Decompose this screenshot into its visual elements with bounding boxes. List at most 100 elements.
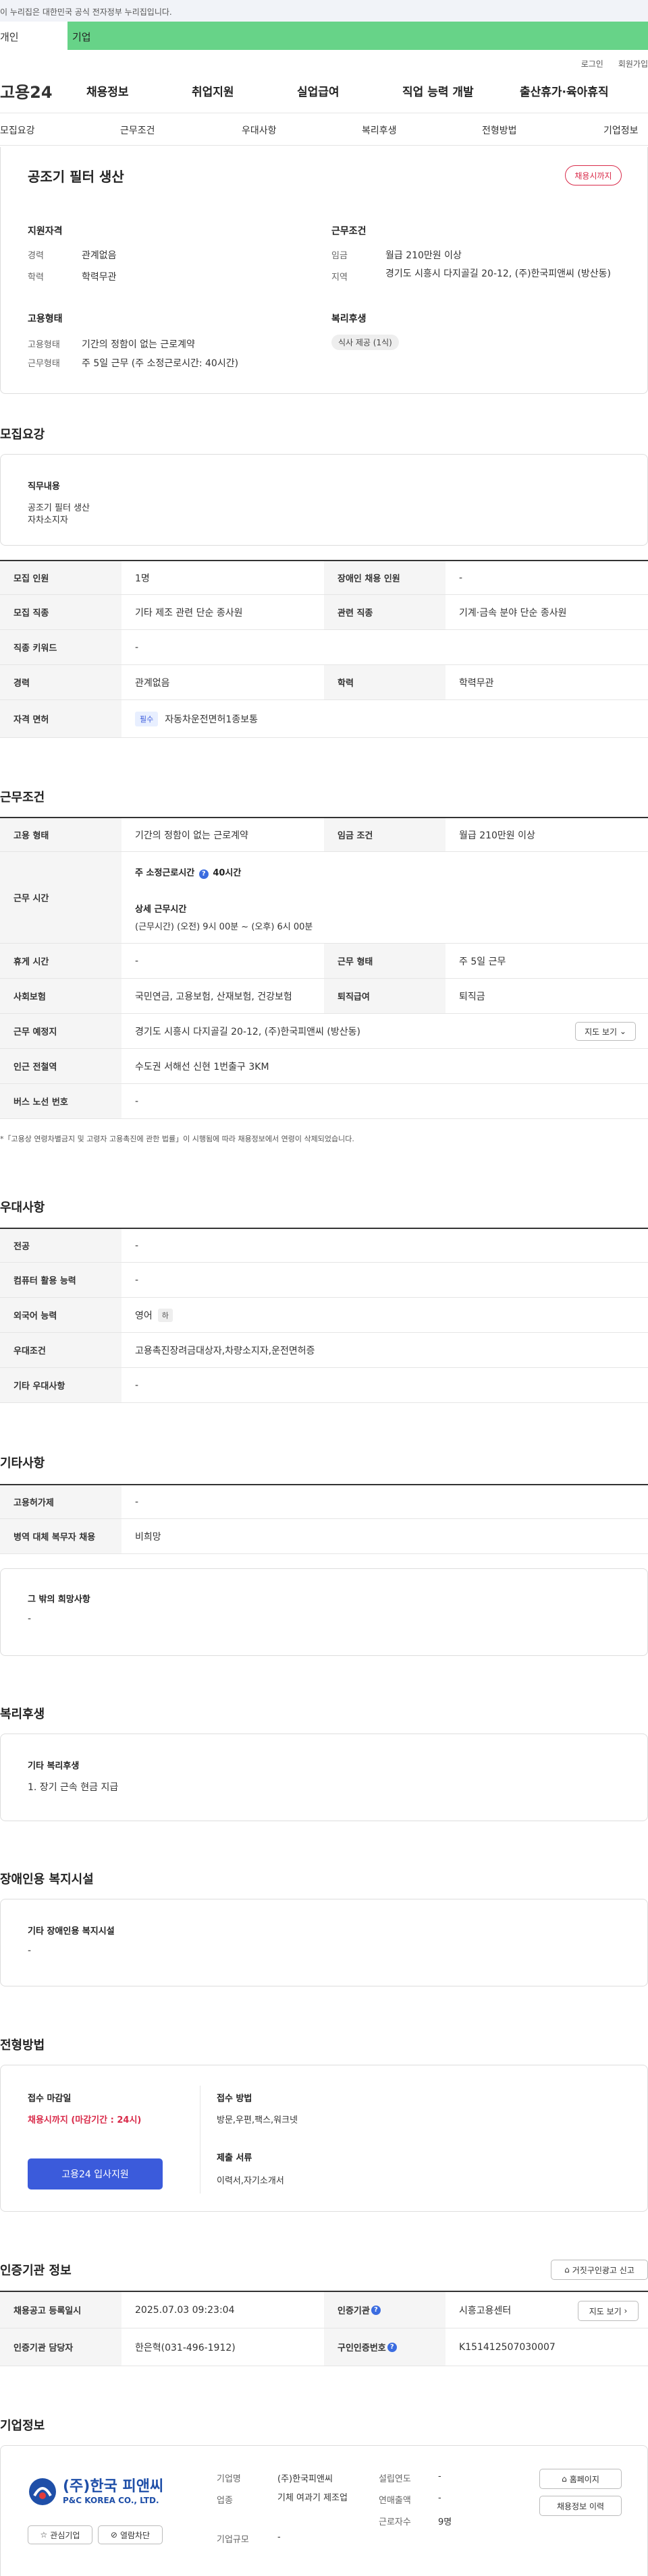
method-value: 방문,우편,팩스,워크넷	[217, 2115, 298, 2125]
site-logo[interactable]: 고용24	[0, 79, 53, 103]
sales-value: -	[438, 2493, 441, 2503]
edu-value: 학력무관	[82, 272, 117, 283]
required-badge: 필수	[135, 711, 159, 726]
subnav-prefs[interactable]: 우대사항	[242, 123, 277, 137]
career-value: 관계없음	[82, 250, 117, 261]
subnav-screening[interactable]: 전형방법	[482, 123, 517, 137]
subnav-conditions[interactable]: 근무조건	[120, 123, 155, 137]
favorite-company-button[interactable]: ☆ 관심기업	[28, 2525, 92, 2544]
worktype-label: 근무형태	[28, 359, 60, 369]
company-logo-mark	[29, 2478, 56, 2505]
emptype-label: 고용형태	[28, 340, 60, 350]
other-wishes-value: -	[28, 1613, 32, 1624]
status-badge: 채용시까지	[565, 165, 622, 185]
company-title: 기업정보	[0, 2419, 45, 2433]
welfare-pill: 식사 제공 (1식)	[331, 335, 399, 350]
staff-label: 근로자수	[379, 2517, 411, 2527]
table-row: 직종 키워드 -	[0, 630, 648, 665]
company-name-label: 기업명	[217, 2474, 241, 2484]
deadline-value: 채용시까지 (마감기간 : 24시)	[28, 2115, 142, 2125]
emp-heading: 고용형태	[28, 314, 63, 324]
welfare-heading: 복리후생	[331, 314, 367, 324]
docs-heading: 제출 서류	[217, 2153, 252, 2163]
table-row: 경력 관계없음 학력 학력무관	[0, 665, 648, 700]
table-row: 모집 인원 1명 장애인 채용 인원 -	[0, 560, 648, 595]
help-icon[interactable]: ?	[198, 869, 209, 879]
job-history-button[interactable]: 채용정보 이력	[539, 2496, 622, 2516]
utility-links: 로그인 회원가입	[0, 50, 648, 69]
conditions-title: 근무조건	[0, 791, 45, 805]
table-row: 고용허가제 -	[0, 1484, 648, 1519]
block-company-button[interactable]: ⊘ 열람차단	[98, 2525, 163, 2544]
worktype-value: 주 5일 근무 (주 소정근로시간: 40시간)	[82, 358, 239, 369]
other-wishes-card: 그 밖의 희망사항 -	[0, 1568, 648, 1656]
help-icon[interactable]: ?	[387, 2342, 397, 2352]
table-row: 인근 전철역 수도권 서해선 신현 1번출구 3KM	[0, 1049, 648, 1084]
sales-label: 연매출액	[379, 2496, 411, 2506]
table-row: 휴게 시간 - 근무 형태 주 5일 근무	[0, 944, 648, 979]
table-row: 병역 대체 복무자 채용 비희망	[0, 1519, 648, 1554]
help-icon[interactable]: ?	[371, 2305, 381, 2315]
size-label: 기업규모	[217, 2535, 249, 2545]
duty-line: 공조기 필터 생산	[28, 503, 90, 513]
company-logo: (주)한국 피앤씨 P&C KOREA CO., LTD.	[28, 2474, 163, 2512]
table-row: 전공 -	[0, 1228, 648, 1263]
table-row: 인증기관 담당자 한은혁(031-496-1912) 구인인증번호? K1514…	[0, 2328, 648, 2366]
subnav-company[interactable]: 기업정보	[603, 123, 639, 137]
cond-heading: 근무조건	[331, 226, 367, 237]
gnb-item-support[interactable]: 취업지원	[192, 82, 234, 99]
level-badge: 하	[157, 1308, 173, 1322]
gnb-item-training[interactable]: 직업 능력 개발	[402, 82, 474, 99]
tab-personal[interactable]: 개인	[0, 22, 68, 50]
place-value: 경기도 시흥시 다지골길 20-12, (주)한국피앤씨 (방산동)	[135, 1026, 360, 1037]
gnb-item-benefits[interactable]: 실업급여	[297, 82, 340, 99]
global-nav: 고용24 채용정보 취업지원 실업급여 직업 능력 개발 출산휴가·육아휴직	[0, 69, 648, 113]
other-wishes-heading: 그 밖의 희망사항	[28, 1595, 90, 1605]
table-row: 근무 예정지 경기도 시흥시 다지골길 20-12, (주)한국피앤씨 (방산동…	[0, 1014, 648, 1049]
table-row: 컴퓨터 활용 능력 -	[0, 1263, 648, 1298]
agency-title: 인증기관 정보	[0, 2264, 72, 2278]
agency-map-button[interactable]: 지도 보기 ›	[578, 2301, 639, 2321]
subnav-recruit[interactable]: 모집요강	[0, 123, 35, 137]
industry-value: 기체 여과기 제조업	[277, 2493, 348, 2503]
hours-detail-value: (근무시간) (오전) 9시 00분 ~ (오후) 6시 00분	[135, 922, 313, 932]
region-value: 경기도 시흥시 다지골길 20-12, (주)한국피앤씨 (방산동)	[385, 268, 611, 279]
method-heading: 접수 방법	[217, 2094, 252, 2104]
table-row: 우대조건 고용촉진장려금대상자,차량소지자,운전면허증	[0, 1333, 648, 1368]
emptype-value: 기간의 정함이 없는 근로계약	[82, 339, 195, 350]
table-row: 버스 노선 번호 -	[0, 1084, 648, 1119]
home-icon: ⌂	[562, 2474, 567, 2484]
chevron-down-icon: ⌄	[619, 1027, 626, 1036]
table-row: 외국어 능력 영어 하	[0, 1298, 648, 1333]
weekly-hours-label: 주 소정근로시간	[135, 868, 195, 878]
summary-card: 공조기 필터 생산 채용시까지 지원자격 경력 관계없음 학력 학력무관 고용형…	[0, 147, 648, 394]
logo-korean: (주)한국 피앤씨	[63, 2478, 164, 2495]
table-row: 기타 우대사항 -	[0, 1368, 648, 1403]
size-value: -	[277, 2532, 281, 2542]
license-value: 자동차운전면허1종보통	[165, 714, 258, 725]
login-link[interactable]: 로그인	[581, 58, 603, 69]
welfare-card: 기타 복리후생 1. 장기 근속 현금 지급	[0, 1734, 648, 1821]
gnb-item-parental[interactable]: 출산휴가·육아휴직	[520, 82, 609, 99]
gnb-item-jobs[interactable]: 채용정보	[86, 82, 129, 99]
table-row: 사회보험 국민연금, 고용보험, 산재보험, 건강보험 퇴직급여 퇴직금	[0, 979, 648, 1014]
founded-label: 설립연도	[379, 2474, 411, 2484]
screening-title: 전형방법	[0, 2038, 45, 2053]
subnav-welfare[interactable]: 복리후생	[362, 123, 397, 137]
signup-link[interactable]: 회원가입	[618, 58, 648, 69]
homepage-button[interactable]: ⌂ 홈페이지	[539, 2469, 622, 2489]
table-row: 고용 형태 기간의 정함이 없는 근로계약 임금 조건 월급 210만원 이상	[0, 817, 648, 852]
docs-value: 이력서,자기소개서	[217, 2176, 284, 2186]
disability-title: 장애인용 복지시설	[0, 1872, 94, 1887]
report-button[interactable]: ⌂ 거짓구인광고 신고	[551, 2260, 648, 2280]
apply-button[interactable]: 고용24 입사지원	[28, 2158, 163, 2189]
company-name-value: (주)한국피앤씨	[277, 2474, 333, 2484]
map-button[interactable]: 지도 보기 ⌄	[575, 1022, 636, 1041]
logo-english: P&C KOREA CO., LTD.	[63, 2496, 159, 2505]
tab-company[interactable]: 기업	[68, 22, 648, 50]
qual-heading: 지원자격	[28, 226, 63, 237]
disability-value: -	[28, 1945, 32, 1956]
block-icon: ⊘	[110, 2530, 117, 2540]
career-label: 경력	[28, 251, 44, 261]
screening-card: 접수 마감일 채용시까지 (마감기간 : 24시) 고용24 입사지원 접수 방…	[0, 2065, 648, 2212]
